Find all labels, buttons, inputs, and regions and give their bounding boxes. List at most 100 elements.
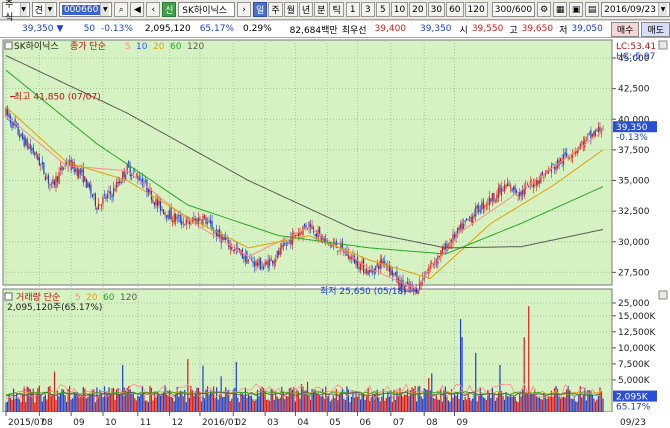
x-tick-label: 09	[457, 418, 469, 428]
volume-bar	[81, 395, 83, 412]
settings-button[interactable]: ⚙	[537, 2, 552, 17]
candle	[505, 185, 507, 188]
volume-bar	[584, 387, 586, 412]
date-select[interactable]: 2016/09/23 ▼	[601, 2, 670, 17]
volume-bar	[38, 385, 40, 412]
volume-bar	[122, 365, 124, 412]
search-button[interactable]: ⌕	[114, 2, 129, 17]
price-panel-resize-icon	[658, 40, 668, 50]
candle	[270, 258, 272, 261]
volume-bar	[370, 397, 372, 412]
volume-bar	[453, 392, 456, 412]
interval-button-10[interactable]: 10	[390, 2, 409, 17]
sound-button[interactable]: ◀	[130, 2, 145, 17]
volume-bar	[419, 385, 421, 412]
max-annotation: 최고 41,850 (07/07)	[14, 92, 101, 103]
interval-button-30[interactable]: 30	[427, 2, 446, 17]
candle	[253, 262, 256, 267]
volume: 2,095,120	[144, 24, 191, 34]
volume-bar	[214, 398, 216, 412]
code-input[interactable]: 000660 ▼	[58, 2, 113, 17]
volume-bar	[417, 386, 419, 412]
volume-bar	[361, 392, 363, 412]
candle	[322, 238, 324, 240]
volume-bar	[120, 393, 122, 412]
candle	[212, 232, 215, 234]
volume-bar	[282, 391, 284, 412]
volume-bar	[537, 397, 539, 412]
interval-button-1[interactable]: 1	[345, 2, 360, 17]
current-price: 39,350	[22, 24, 54, 34]
count-input[interactable]: 300/600	[491, 2, 536, 17]
volume-bar	[597, 395, 600, 412]
candle	[412, 288, 415, 290]
x-tick-label: 07	[393, 418, 404, 428]
volume-bar	[244, 387, 247, 412]
candle	[555, 165, 557, 171]
volume-bar	[499, 365, 501, 412]
volume-bar	[408, 396, 410, 412]
mode-select[interactable]: 견 ▼	[31, 2, 57, 17]
period-tab-3[interactable]: 년	[298, 2, 314, 17]
volume-bar	[28, 387, 30, 412]
volume-bar	[306, 381, 309, 412]
period-tab-5[interactable]: 틱	[329, 2, 344, 17]
candle	[61, 166, 63, 171]
print-button[interactable]: ▤	[585, 2, 600, 17]
candle	[593, 131, 595, 136]
next-button[interactable]: ›	[237, 2, 252, 17]
volume-bar	[509, 395, 512, 412]
prev-button[interactable]: ‹	[146, 2, 161, 17]
gear-icon: ⚙	[540, 4, 549, 15]
calendar-button[interactable]: ▦	[553, 2, 568, 17]
period-tab-2[interactable]: 월	[283, 2, 298, 17]
candle	[182, 221, 184, 223]
volume-bar	[9, 397, 12, 412]
sell-button[interactable]: 매도	[641, 21, 670, 37]
period-tab-0[interactable]: 일	[253, 2, 268, 17]
grid-icon: ▤	[587, 4, 597, 15]
save-button[interactable]: ▣	[569, 2, 584, 17]
volume-bar	[255, 399, 257, 412]
volume-bar	[262, 388, 265, 412]
volume-bar	[100, 392, 103, 412]
x-tick-label: 11	[140, 418, 151, 428]
volume-bar	[358, 393, 360, 412]
interval-button-20[interactable]: 20	[409, 2, 427, 17]
candle	[179, 215, 181, 223]
candle	[249, 258, 251, 260]
candle	[266, 262, 268, 265]
candle	[223, 236, 225, 240]
candle	[491, 192, 493, 201]
candle	[167, 215, 169, 219]
volume-bar	[323, 398, 325, 412]
candle	[53, 180, 56, 185]
volume-bar	[437, 399, 439, 412]
candle	[369, 269, 371, 273]
period-tab-4[interactable]: 분	[314, 2, 329, 17]
volume-bar	[167, 395, 169, 412]
volume-bar	[281, 386, 283, 412]
interval-button-3[interactable]: 3	[360, 2, 375, 17]
interval-button-60[interactable]: 60	[446, 2, 464, 17]
candle	[120, 181, 122, 184]
stock-chart[interactable]: 45,00042,50040,00037,50035,00032,50030,0…	[0, 38, 670, 428]
volume-bar	[123, 387, 125, 412]
market-select[interactable]: 주식 ▼	[2, 0, 30, 23]
candle	[176, 217, 178, 219]
candle	[112, 187, 115, 197]
candle	[481, 203, 483, 211]
buy-button[interactable]: 매수	[610, 21, 640, 37]
volume-bar	[329, 401, 331, 412]
volume-bar	[135, 400, 137, 412]
volume-ratio: 65.17%	[199, 24, 235, 34]
interval-button-5[interactable]: 5	[375, 2, 390, 17]
volume-bar	[561, 397, 563, 412]
interval-button-120[interactable]: 120	[464, 2, 488, 17]
candle	[599, 127, 601, 132]
volume-bar	[300, 383, 303, 412]
candle	[581, 141, 583, 143]
candle	[552, 163, 554, 165]
period-tab-1[interactable]: 주	[268, 2, 283, 17]
volume-bar	[79, 396, 81, 412]
